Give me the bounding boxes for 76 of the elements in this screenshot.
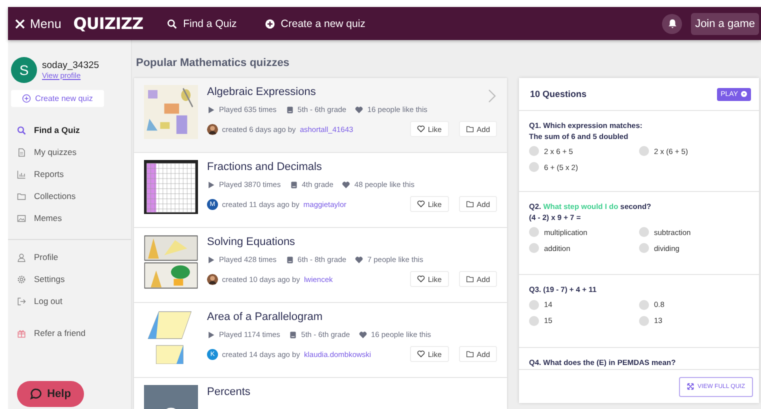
folder-icon [466,350,474,358]
quiz-title[interactable]: Fractions and Decimals [207,161,497,173]
heart-icon [416,275,425,283]
sidebar-item[interactable]: Refer a friend [17,322,131,344]
sidebar-item[interactable]: Collections [17,185,131,207]
book-icon [286,256,294,264]
logout-icon [17,296,26,306]
menu-button[interactable]: Menu [15,16,62,30]
quiz-title[interactable]: Algebraic Expressions [207,86,497,98]
radio-button[interactable] [529,243,539,253]
image-icon [17,214,26,222]
folder-icon [17,192,26,200]
search-icon [17,126,26,134]
person-icon [17,252,26,262]
settings-icon [17,274,26,284]
quiz-title[interactable]: Percents [207,386,497,398]
play-icon [207,256,215,264]
sidebar-item[interactable]: Settings [17,268,131,290]
heart-icon [355,256,364,264]
folder-icon [466,275,474,283]
close-icon [15,18,25,28]
sidebar-item[interactable]: Memes [17,207,131,229]
radio-button[interactable] [529,227,539,237]
play-icon [207,106,215,114]
sidebar-item[interactable]: My quizzes [17,141,131,163]
heart-icon [358,330,367,338]
sidebar-item[interactable]: Log out [17,290,131,312]
radio-button[interactable] [529,300,539,310]
create-quiz-button[interactable]: Create new quiz [11,90,104,107]
search-icon [167,18,178,28]
heart-icon [416,200,425,208]
folder-icon [466,125,474,133]
bell-icon [666,18,678,29]
heart-icon [342,180,350,188]
book-icon [286,106,294,114]
play-icon [207,330,215,338]
quiz-title[interactable]: Solving Equations [207,236,497,248]
bar-chart-icon [17,170,26,178]
radio-button[interactable] [639,227,649,237]
notification-button[interactable] [662,14,682,34]
folder-icon [466,200,474,208]
sidebar-item[interactable]: Reports [17,163,131,185]
logo[interactable]: QUIZIZZ [73,14,144,33]
nav-link[interactable]: Create a new quiz [264,18,366,30]
quiz-row[interactable]: Percents [134,378,507,409]
heart-icon [416,125,425,133]
book-icon [290,180,298,188]
help-button[interactable]: Help [17,381,84,407]
chevron-right-icon[interactable] [488,89,496,103]
radio-button[interactable] [639,146,649,156]
join-game-button[interactable]: Join a game [691,12,759,34]
expand-icon [686,383,694,390]
sidebar-item[interactable]: Find a Quiz [17,119,131,141]
user-avatar: S [11,57,37,83]
play-icon [207,180,215,188]
heart-icon [416,350,425,358]
sidebar-item[interactable]: Profile [17,246,131,268]
nav-link[interactable]: Find a Quiz [167,18,237,30]
question-count: 10 Questions [530,89,587,99]
radio-button[interactable] [639,243,649,253]
radio-button[interactable] [639,316,649,326]
book-icon [289,330,298,338]
document-icon [17,148,26,156]
username: soday_34325 [42,60,100,71]
section-title: Popular Mathematics quizzes [136,57,290,69]
caret-icon [741,91,747,97]
radio-button[interactable] [529,316,539,326]
radio-button[interactable] [639,300,649,310]
plus-circle-icon [22,94,32,103]
plus-circle-icon [264,18,275,28]
radio-button[interactable] [529,146,539,156]
quiz-title[interactable]: Area of a Parallelogram [207,311,497,323]
heart-icon [355,106,364,114]
gift-icon [17,328,26,338]
radio-button[interactable] [529,162,539,172]
speech-bubble-icon [30,388,42,400]
